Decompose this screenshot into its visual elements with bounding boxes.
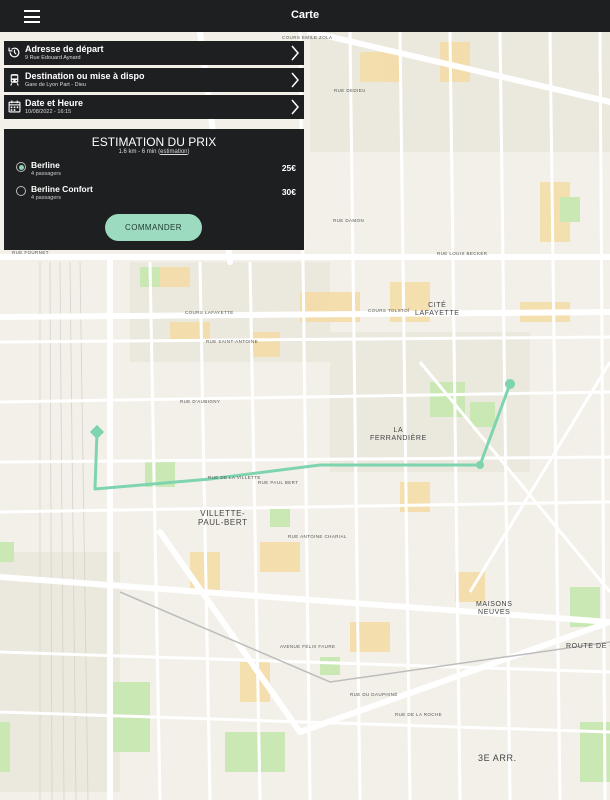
- date-time-value: 10/08/2022 - 16:15: [25, 109, 72, 115]
- estimation-link[interactable]: estimation: [160, 149, 187, 155]
- map-label-street: COURS EMILE ZOLA: [282, 35, 333, 40]
- vehicle-option-berline-confort[interactable]: Berline Confort 4 passagers 30€: [16, 184, 296, 204]
- map-label-district: VILLETTE- PAUL-BERT: [198, 509, 248, 527]
- chevron-right-icon: [291, 45, 299, 61]
- estimate-distance: 1.6 km - 6 min (estimation): [118, 149, 190, 155]
- map-label-street: RUE DAMON: [333, 218, 365, 223]
- departure-label: Adresse de départ: [25, 44, 104, 54]
- map-label-street: COURS TOLSTOÏ: [368, 308, 410, 313]
- map-label-street: RUE DEDIEU: [334, 88, 366, 93]
- vehicle-name: Berline: [31, 160, 60, 170]
- map-label-district: LA FERRANDIÈRE: [370, 427, 427, 442]
- map-label-street: RUE ANTOINE CHARIAL: [288, 534, 347, 539]
- map-label-street: ROUTE DE GE: [566, 643, 610, 650]
- map-label-street: COURS LAFAYETTE: [185, 310, 234, 315]
- map-label-street: RUE LOUIS BECKER: [437, 251, 488, 256]
- map-label-street: RUE FOURNET: [12, 250, 49, 255]
- map-label-street: AVENUE FÉLIX FAURE: [280, 644, 336, 649]
- top-app-bar: Carte: [0, 0, 610, 32]
- train-icon: [10, 74, 19, 86]
- map-label-street: RUE DE LA VILLETTE: [208, 475, 261, 480]
- map-label-district: MAISONS NEUVES: [476, 601, 513, 616]
- order-button[interactable]: COMMANDER: [105, 214, 202, 241]
- map-label-street: RUE SAINT-ANTOINE: [206, 339, 258, 344]
- map-label-street: RUE D'AUBIGNY: [180, 399, 221, 404]
- date-time-label: Date et Heure: [25, 98, 84, 108]
- radio-selected[interactable]: [16, 162, 26, 172]
- vehicle-price: 30€: [281, 187, 296, 197]
- vehicle-name: Berline Confort: [31, 184, 93, 194]
- vehicle-option-berline[interactable]: Berline 4 passagers 25€: [16, 160, 296, 180]
- map-label-district: 3E ARR.: [478, 753, 517, 763]
- price-estimate-panel: ESTIMATION DU PRIX 1.6 km - 6 min (estim…: [4, 129, 304, 250]
- start-marker: [89, 424, 105, 440]
- map-label-street: RUE DE LA ROCHE: [395, 712, 443, 717]
- page-title: Carte: [290, 9, 320, 21]
- chevron-right-icon: [291, 99, 299, 115]
- departure-address-field[interactable]: Adresse de départ 9 Rue Edouard Aynard: [4, 41, 304, 65]
- destination-value: Gare de Lyon Part - Dieu: [25, 82, 86, 88]
- chevron-right-icon: [291, 72, 299, 88]
- map-label-district: CITÉ LAFAYETTE: [415, 302, 460, 317]
- vehicle-passengers: 4 passagers: [31, 171, 61, 177]
- destination-marker: [505, 379, 515, 389]
- departure-value: 9 Rue Edouard Aynard: [25, 55, 81, 61]
- destination-field[interactable]: Destination ou mise à dispo Gare de Lyon…: [4, 68, 304, 92]
- radio-unselected[interactable]: [16, 186, 26, 196]
- calendar-icon: [8, 100, 21, 113]
- map-label-street: RUE PAUL BERT: [258, 480, 299, 485]
- date-time-field[interactable]: Date et Heure 10/08/2022 - 16:15: [4, 95, 304, 119]
- vehicle-price: 25€: [281, 163, 296, 173]
- map-label-street: RUE DU DAUPHINÉ: [350, 692, 398, 697]
- history-icon: [8, 47, 20, 58]
- estimate-title: ESTIMATION DU PRIX: [91, 135, 217, 149]
- vehicle-passengers: 4 passagers: [31, 195, 61, 201]
- destination-label: Destination ou mise à dispo: [25, 71, 145, 81]
